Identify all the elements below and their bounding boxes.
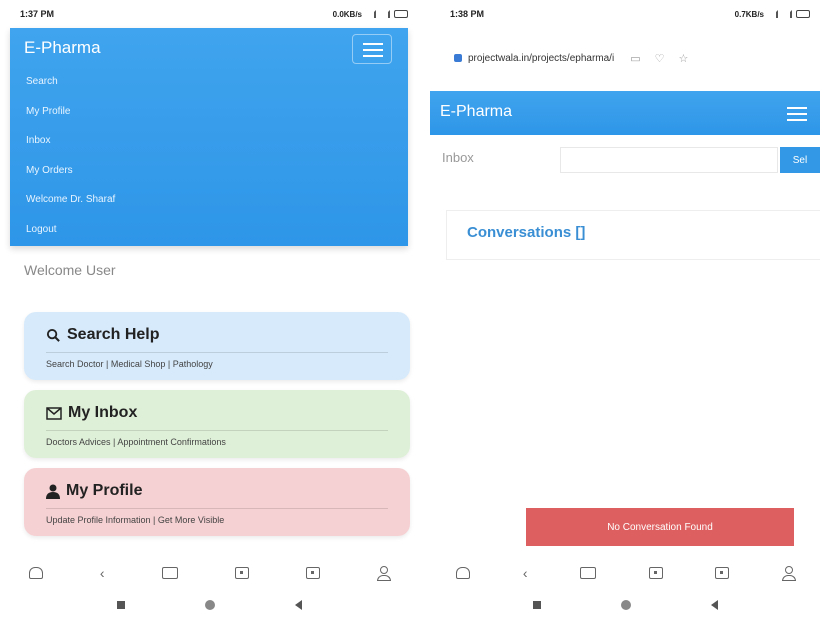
status-time: 1:37 PM [20, 9, 55, 19]
nav-item-welcome[interactable]: Welcome Dr. Sharaf [26, 190, 115, 220]
navbar-collapsed: E-Pharma [430, 91, 820, 135]
shield-icon[interactable]: ♡ [655, 52, 665, 65]
bookmarks-icon[interactable] [580, 567, 597, 579]
account-icon[interactable] [781, 566, 796, 581]
account-icon[interactable] [377, 566, 392, 581]
tabs-icon[interactable] [234, 567, 249, 579]
nav-menu: Search My Profile Inbox My Orders Welcom… [26, 72, 115, 249]
address-bar[interactable]: projectwala.in/projects/epharma/i ▭ ♡ ☆ [430, 28, 820, 88]
url-text[interactable]: projectwala.in/projects/epharma/i [468, 53, 614, 64]
network-speed: 0.7KB/s [734, 9, 764, 19]
left-screen: 1:37 PM 0.0KB/s E-Pharma Search My Profi… [0, 0, 418, 619]
signal-icon-2 [782, 10, 792, 18]
hamburger-menu-icon[interactable] [776, 98, 816, 128]
brand-logo[interactable]: E-Pharma [440, 103, 512, 121]
toast-message: No Conversation Found [526, 508, 794, 546]
recents-icon[interactable] [116, 601, 125, 609]
hamburger-menu-icon[interactable] [352, 34, 392, 64]
card-subtitle[interactable]: Update Profile Information | Get More Vi… [46, 515, 388, 525]
back-triangle-icon[interactable] [710, 600, 718, 610]
signal-icon [768, 10, 778, 18]
my-inbox-card[interactable]: My Inbox Doctors Advices | Appointment C… [24, 390, 410, 458]
nav-item-inbox[interactable]: Inbox [26, 131, 115, 161]
inbox-label: Inbox [442, 150, 474, 165]
user-icon [46, 484, 60, 499]
battery-icon [796, 10, 810, 18]
status-bar: 1:37 PM 0.0KB/s [0, 0, 418, 28]
home-icon[interactable] [28, 567, 43, 579]
browser-bottom-nav: ‹ [430, 560, 820, 586]
system-nav [0, 595, 418, 615]
envelope-icon [46, 406, 62, 420]
right-screen: 1:38 PM 0.7KB/s projectwala.in/projects/… [430, 0, 820, 619]
status-time: 1:38 PM [450, 9, 485, 19]
card-subtitle[interactable]: Search Doctor | Medical Shop | Pathology [46, 359, 388, 369]
downloads-icon[interactable] [306, 567, 321, 579]
star-icon[interactable]: ☆ [678, 52, 688, 65]
divider [46, 508, 388, 509]
network-speed: 0.0KB/s [332, 9, 362, 19]
nav-item-search[interactable]: Search [26, 72, 115, 102]
back-triangle-icon[interactable] [294, 600, 302, 610]
recents-icon[interactable] [532, 601, 541, 609]
battery-icon [394, 10, 408, 18]
card-title: My Profile [66, 482, 143, 499]
back-chevron-icon[interactable]: ‹ [523, 565, 528, 581]
search-icon [46, 328, 60, 342]
conversations-panel: Conversations [] [446, 210, 820, 260]
downloads-icon[interactable] [715, 567, 730, 579]
nav-item-logout[interactable]: Logout [26, 220, 115, 250]
signal-icon-2 [380, 10, 390, 18]
lock-icon [454, 54, 462, 62]
signal-icon [366, 10, 376, 18]
home-circle-icon[interactable] [620, 600, 631, 610]
search-help-card[interactable]: Search Help Search Doctor | Medical Shop… [24, 312, 410, 380]
my-profile-card[interactable]: My Profile Update Profile Information | … [24, 468, 410, 536]
nav-item-my-profile[interactable]: My Profile [26, 102, 115, 132]
divider [46, 352, 388, 353]
navbar-expanded: E-Pharma Search My Profile Inbox My Orde… [10, 28, 408, 246]
browser-bottom-nav: ‹ [0, 560, 418, 586]
system-nav [430, 595, 820, 615]
nav-item-my-orders[interactable]: My Orders [26, 161, 115, 191]
send-button[interactable]: Sel [780, 147, 820, 173]
card-title: My Inbox [68, 404, 138, 421]
reader-icon[interactable]: ▭ [630, 52, 640, 65]
conversations-title: Conversations [] [467, 224, 586, 241]
home-icon[interactable] [456, 567, 471, 579]
welcome-heading: Welcome User [24, 262, 116, 278]
divider [46, 430, 388, 431]
tabs-icon[interactable] [648, 567, 663, 579]
search-input[interactable] [560, 147, 778, 173]
status-bar: 1:38 PM 0.7KB/s [430, 0, 820, 28]
brand-logo[interactable]: E-Pharma [24, 38, 101, 58]
back-chevron-icon[interactable]: ‹ [100, 565, 105, 581]
card-title: Search Help [67, 326, 160, 343]
bookmarks-icon[interactable] [161, 567, 178, 579]
home-circle-icon[interactable] [204, 600, 215, 610]
card-subtitle[interactable]: Doctors Advices | Appointment Confirmati… [46, 437, 388, 447]
